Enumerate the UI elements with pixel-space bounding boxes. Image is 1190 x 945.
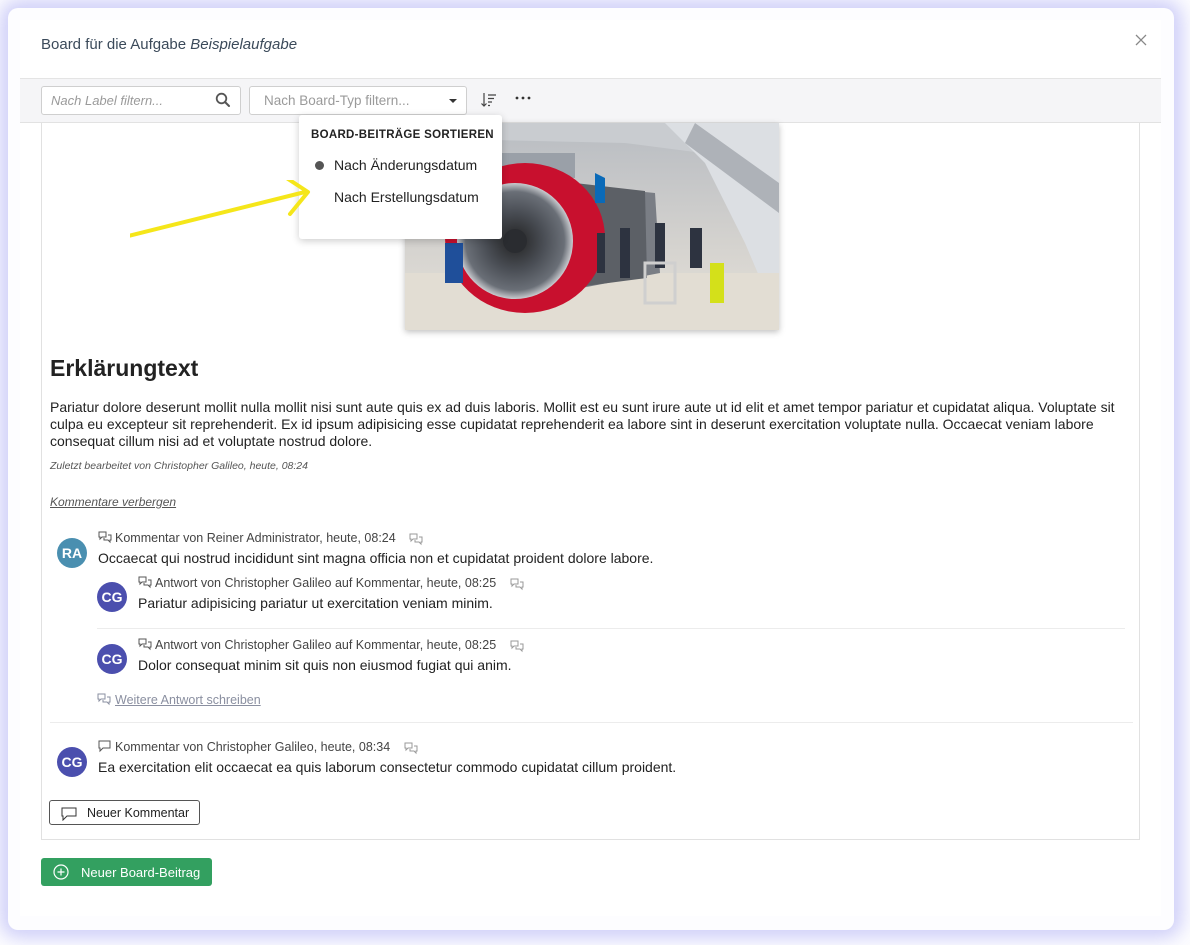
divider bbox=[50, 722, 1133, 723]
divider bbox=[97, 628, 1125, 629]
more-options-button[interactable] bbox=[514, 89, 534, 109]
comments-icon bbox=[97, 693, 111, 706]
more-horizontal-icon bbox=[515, 96, 531, 100]
new-board-post-button[interactable]: Neuer Board-Beitrag bbox=[41, 858, 212, 886]
modal-header: Board für die Aufgabe Beispielaufgabe bbox=[20, 20, 1161, 79]
search-icon[interactable] bbox=[215, 92, 231, 108]
board-modal: Board für die Aufgabe Beispielaufgabe Na… bbox=[20, 20, 1161, 916]
sort-by-modified-option[interactable]: Nach Änderungsdatum bbox=[299, 153, 502, 179]
reply-text: Pariatur adipisicing pariatur ut exercit… bbox=[138, 595, 493, 611]
post-title: Erklärungtext bbox=[50, 355, 199, 381]
comment-text: Occaecat qui nostrud incididunt sint mag… bbox=[98, 550, 654, 566]
caret-down-icon bbox=[449, 99, 457, 103]
comments-icon bbox=[138, 638, 152, 651]
avatar: CG bbox=[57, 747, 87, 777]
board-type-filter-select[interactable]: Nach Board-Typ filtern... bbox=[249, 86, 467, 115]
reply-meta: Antwort von Christopher Galileo auf Komm… bbox=[138, 638, 527, 654]
task-name: Beispielaufgabe bbox=[190, 36, 298, 53]
post-body: Pariatur dolore deserunt mollit nulla mo… bbox=[50, 399, 1115, 449]
reply-icon[interactable] bbox=[510, 640, 527, 654]
board-type-filter-placeholder: Nach Board-Typ filtern... bbox=[264, 93, 410, 108]
reply-icon[interactable] bbox=[409, 533, 426, 547]
modal-title: Board für die Aufgabe Beispielaufgabe bbox=[41, 36, 298, 53]
avatar: RA bbox=[57, 538, 87, 568]
new-comment-button[interactable]: Neuer Kommentar bbox=[49, 800, 200, 825]
label-filter bbox=[41, 86, 241, 115]
comment-icon bbox=[98, 740, 111, 753]
last-edited-info: Zuletzt bearbeitet von Christopher Galil… bbox=[50, 460, 308, 472]
comment-meta: Kommentar von Christopher Galileo, heute… bbox=[98, 740, 421, 756]
close-icon[interactable] bbox=[1131, 30, 1151, 50]
write-reply-link[interactable]: Weitere Antwort schreiben bbox=[97, 693, 261, 707]
selected-dot-icon bbox=[315, 161, 324, 170]
label-filter-input[interactable] bbox=[42, 87, 211, 114]
comments-icon bbox=[98, 531, 112, 544]
comment-text: Ea exercitation elit occaecat ea quis la… bbox=[98, 759, 677, 775]
reply-text: Dolor consequat minim sit quis non eiusm… bbox=[138, 657, 512, 673]
sort-icon bbox=[481, 93, 496, 107]
plus-circle-icon bbox=[53, 864, 69, 880]
annotation-arrow-icon bbox=[130, 180, 310, 238]
sort-button[interactable] bbox=[480, 91, 498, 109]
comments-icon bbox=[138, 576, 152, 589]
sort-dropdown-header: BOARD-BEITRÄGE SORTIEREN bbox=[311, 129, 494, 141]
filter-toolbar: Nach Board-Typ filtern... bbox=[20, 79, 1161, 123]
comment-icon bbox=[61, 807, 77, 821]
hide-comments-link[interactable]: Kommentare verbergen bbox=[50, 495, 176, 509]
avatar: CG bbox=[97, 582, 127, 612]
comment-meta: Kommentar von Reiner Administrator, heut… bbox=[98, 531, 426, 547]
reply-icon[interactable] bbox=[404, 742, 421, 756]
avatar: CG bbox=[97, 644, 127, 674]
reply-icon[interactable] bbox=[510, 578, 527, 592]
reply-meta: Antwort von Christopher Galileo auf Komm… bbox=[138, 576, 527, 592]
